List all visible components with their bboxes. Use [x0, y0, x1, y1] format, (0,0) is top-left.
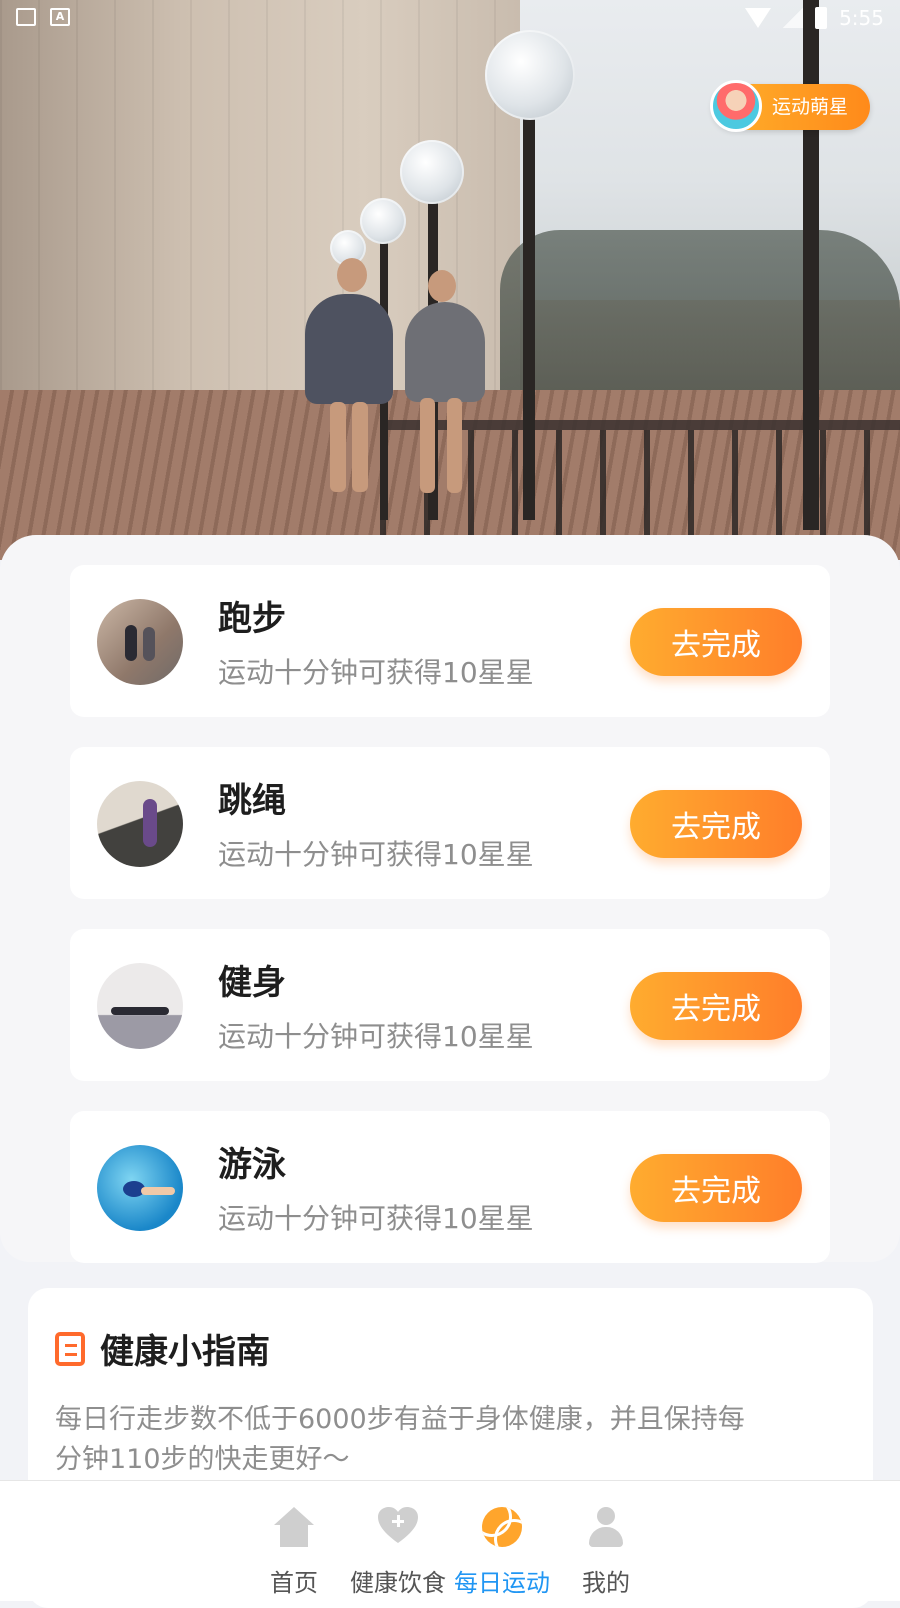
- nav-item-home[interactable]: 首页: [242, 1481, 346, 1601]
- lamp-globe: [400, 140, 464, 204]
- task-card-running: 跑步 运动十分钟可获得10星星 去完成: [70, 565, 830, 717]
- status-bar: A 5:55: [0, 0, 900, 36]
- clock: 5:55: [839, 6, 884, 30]
- user-icon: [586, 1507, 626, 1547]
- task-desc: 运动十分钟可获得10星星: [218, 838, 534, 871]
- wifi-icon: [745, 8, 772, 28]
- lamp-globe: [485, 30, 575, 120]
- lamp-post: [803, 0, 819, 530]
- jump-rope-photo: [97, 781, 183, 867]
- guide-list-icon: [55, 1332, 85, 1366]
- complete-button[interactable]: 去完成: [630, 972, 802, 1040]
- task-card-jump-rope: 跳绳 运动十分钟可获得10星星 去完成: [70, 747, 830, 899]
- lamp-post: [523, 110, 535, 520]
- complete-button[interactable]: 去完成: [630, 1154, 802, 1222]
- hero-trees: [500, 230, 900, 390]
- runner-body: [405, 302, 485, 402]
- a-icon: A: [50, 8, 70, 26]
- badge-label: 运动萌星: [772, 96, 849, 118]
- nav-item-exercise[interactable]: 每日运动: [450, 1481, 554, 1601]
- runner-body: [305, 294, 393, 404]
- bottom-nav: 首页 健康饮食 每日运动 我的: [0, 1480, 900, 1601]
- task-desc: 运动十分钟可获得10星星: [218, 656, 534, 689]
- runner-leg: [447, 398, 462, 493]
- nav-item-profile[interactable]: 我的: [554, 1481, 658, 1601]
- complete-button[interactable]: 去完成: [630, 790, 802, 858]
- nav-item-diet[interactable]: 健康饮食: [346, 1481, 450, 1601]
- task-desc: 运动十分钟可获得10星星: [218, 1020, 534, 1053]
- guide-text: 每日行走步数不低于6000步有益于身体健康，并且保持每分钟110步的快走更好～: [55, 1404, 745, 1475]
- task-title: 健身: [218, 963, 286, 1003]
- task-card-swimming: 游泳 运动十分钟可获得10星星 去完成: [70, 1111, 830, 1263]
- badge-avatar: [710, 80, 762, 132]
- home-icon: [274, 1507, 314, 1547]
- nav-label: 每日运动: [454, 1569, 550, 1597]
- runner-leg: [330, 402, 346, 492]
- ball-icon: [482, 1507, 522, 1547]
- task-title: 跑步: [218, 599, 286, 639]
- swimming-photo: [97, 1145, 183, 1231]
- task-desc: 运动十分钟可获得10星星: [218, 1202, 534, 1235]
- task-panel: 跑步 运动十分钟可获得10星星 去完成 跳绳 运动十分钟可获得10星星 去完成 …: [0, 535, 900, 1263]
- signal-icon: [783, 8, 804, 28]
- nav-label: 健康饮食: [350, 1569, 446, 1597]
- hero-banner-image: 运动萌星: [0, 0, 900, 560]
- complete-button[interactable]: 去完成: [630, 608, 802, 676]
- guide-title: 健康小指南: [100, 1332, 270, 1372]
- runner-leg: [352, 402, 368, 492]
- runner-leg: [420, 398, 435, 493]
- runner-head: [428, 270, 456, 302]
- runner-head: [337, 258, 367, 292]
- task-title: 游泳: [218, 1145, 286, 1185]
- nav-label: 我的: [582, 1569, 630, 1597]
- task-title: 跳绳: [218, 781, 286, 821]
- lamp-globe: [360, 198, 406, 244]
- nav-label: 首页: [270, 1569, 318, 1597]
- running-photo: [97, 599, 183, 685]
- image-icon: [16, 8, 36, 26]
- fitness-photo: [97, 963, 183, 1049]
- sport-star-badge[interactable]: 运动萌星: [710, 80, 870, 132]
- heart-plus-icon: [378, 1507, 418, 1547]
- battery-icon: [815, 7, 828, 29]
- task-card-fitness: 健身 运动十分钟可获得10星星 去完成: [70, 929, 830, 1081]
